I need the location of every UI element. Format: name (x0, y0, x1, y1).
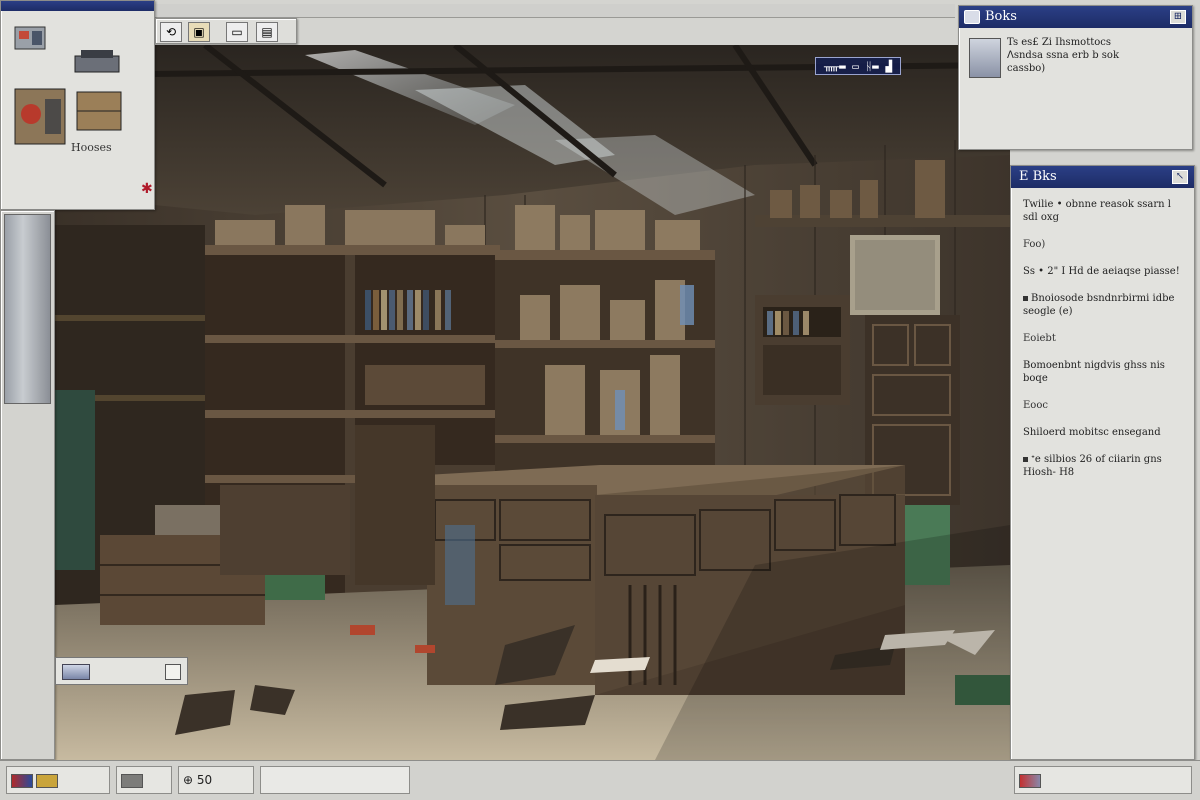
quest-line: cassbo) (1007, 63, 1046, 74)
undo-icon: ⟲ (165, 25, 177, 39)
inventory-marker-icon: ✱ (141, 181, 153, 197)
quest-title: Boks (985, 9, 1017, 24)
bullet-icon (1023, 296, 1028, 301)
window-icon: ▭ (231, 25, 243, 39)
status-cell-right[interactable] (1014, 766, 1192, 794)
log-entry-text: Bomoenbnt nigdvis ghss nis boqe (1023, 360, 1165, 384)
game-screen: ᚅ▬ ▭ ᚺ▬ ▟ Hooses ✱ ⟲ ▣ ▭ ▤ Boks ⊞ Ts es£… (0, 0, 1200, 800)
log-title: E Bks (1019, 169, 1057, 184)
inventory-item-machine[interactable] (9, 79, 71, 154)
quest-line: Ts es£ Zi Ihsmottocs (1007, 37, 1111, 48)
log-panel: E Bks ↖ Twilie • obnne reasok ssarn l sd… (1010, 165, 1195, 760)
log-entry-text: Twilie • obnne reasok ssarn l sdl oxg (1023, 199, 1171, 223)
log-titlebar: E Bks ↖ (1011, 166, 1194, 188)
quest-line: ᐱsndsa ssna erb b sok (1007, 50, 1120, 61)
log-entry-text: Shiloerd mobitsc ensegand (1023, 427, 1161, 438)
game-viewport[interactable] (55, 45, 1010, 760)
log-entry-heading: Eoiebt (1023, 333, 1056, 344)
inventory-label: Hooses (71, 141, 112, 154)
log-entry-text: ᐩe silbios 26 of ciiarin gns Hiosh- H8 (1023, 454, 1162, 478)
log-entry[interactable]: Bnoiosode bsndnrbirmi idbe seogle (e) (1019, 292, 1186, 318)
radio-icon (14, 26, 46, 50)
coin-icon (36, 773, 58, 788)
status-cell-tools[interactable] (116, 766, 172, 794)
log-body: Twilie • obnne reasok ssarn l sdl oxg Fo… (1011, 188, 1194, 503)
log-entry[interactable]: Twilie • obnne reasok ssarn l sdl oxg (1019, 198, 1186, 224)
top-strip (155, 4, 955, 18)
log-entry[interactable]: ᐩe silbios 26 of ciiarin gns Hiosh- H8 (1019, 453, 1186, 479)
quest-close-button[interactable]: ⊞ (1170, 10, 1186, 24)
log-entry[interactable]: Eoiebt (1019, 332, 1186, 345)
inventory-item-radio[interactable] (13, 21, 47, 53)
expand-icon[interactable] (165, 664, 181, 680)
log-entry[interactable]: Bomoenbnt nigdvis ghss nis boqe (1019, 359, 1186, 385)
tool-button-list[interactable]: ▤ (256, 22, 278, 42)
tool-button-undo[interactable]: ⟲ (160, 22, 182, 42)
tool-button-map[interactable]: ▣ (188, 22, 210, 42)
quest-panel: Boks ⊞ Ts es£ Zi Ihsmottocs ᐱsndsa ssna … (958, 5, 1193, 150)
resource-icon (11, 773, 33, 788)
status-cell-message[interactable] (260, 766, 410, 794)
status-count: ⊕ 50 (183, 773, 213, 787)
log-entry[interactable]: Shiloerd mobitsc ensegand (1019, 426, 1186, 439)
machine-icon (14, 88, 66, 145)
quest-portrait-icon (969, 38, 1001, 78)
top-toolbar: ⟲ ▣ ▭ ▤ (155, 18, 297, 44)
quest-window-icon (964, 10, 980, 24)
camera-thumbnail[interactable] (4, 214, 51, 404)
log-minimize-button[interactable]: ↖ (1172, 170, 1188, 184)
status-cell-resources[interactable] (6, 766, 110, 794)
log-entry[interactable]: Foo) (1019, 238, 1186, 251)
crate-icon (76, 91, 122, 131)
inventory-panel: Hooses ✱ (0, 0, 155, 210)
status-bar: ⊕ 50 (0, 760, 1200, 800)
inventory-titlebar (1, 1, 154, 11)
bullet-icon (1023, 457, 1028, 462)
log-entry-text: Bnoiosode bsndnrbirmi idbe seogle (e) (1023, 293, 1175, 317)
inventory-item-crate[interactable] (73, 86, 125, 136)
tool-icon (121, 773, 143, 788)
status-cell-count[interactable]: ⊕ 50 (178, 766, 254, 794)
tool-button-window[interactable]: ▭ (226, 22, 248, 42)
list-icon: ▤ (261, 25, 273, 39)
selection-box[interactable] (55, 657, 188, 685)
map-icon: ▣ (193, 25, 205, 39)
log-entry-heading: Eooc (1023, 400, 1048, 411)
warehouse-scene (55, 45, 1010, 760)
log-entry[interactable]: Eooc (1019, 399, 1186, 412)
typewriter-icon (74, 50, 120, 73)
inventory-item-typewriter[interactable] (71, 46, 123, 76)
quest-titlebar: Boks ⊞ (959, 6, 1192, 28)
document-icon (62, 664, 90, 680)
left-sidebar (0, 210, 55, 760)
log-entry-heading: Foo) (1023, 239, 1046, 250)
log-entry-text: Ss • 2" I Hd de aeiaqse piasse! (1023, 266, 1180, 277)
location-label: ᚅ▬ ▭ ᚺ▬ ▟ (815, 57, 902, 75)
log-entry[interactable]: Ss • 2" I Hd de aeiaqse piasse! (1019, 265, 1186, 278)
alert-icon (1019, 773, 1041, 788)
